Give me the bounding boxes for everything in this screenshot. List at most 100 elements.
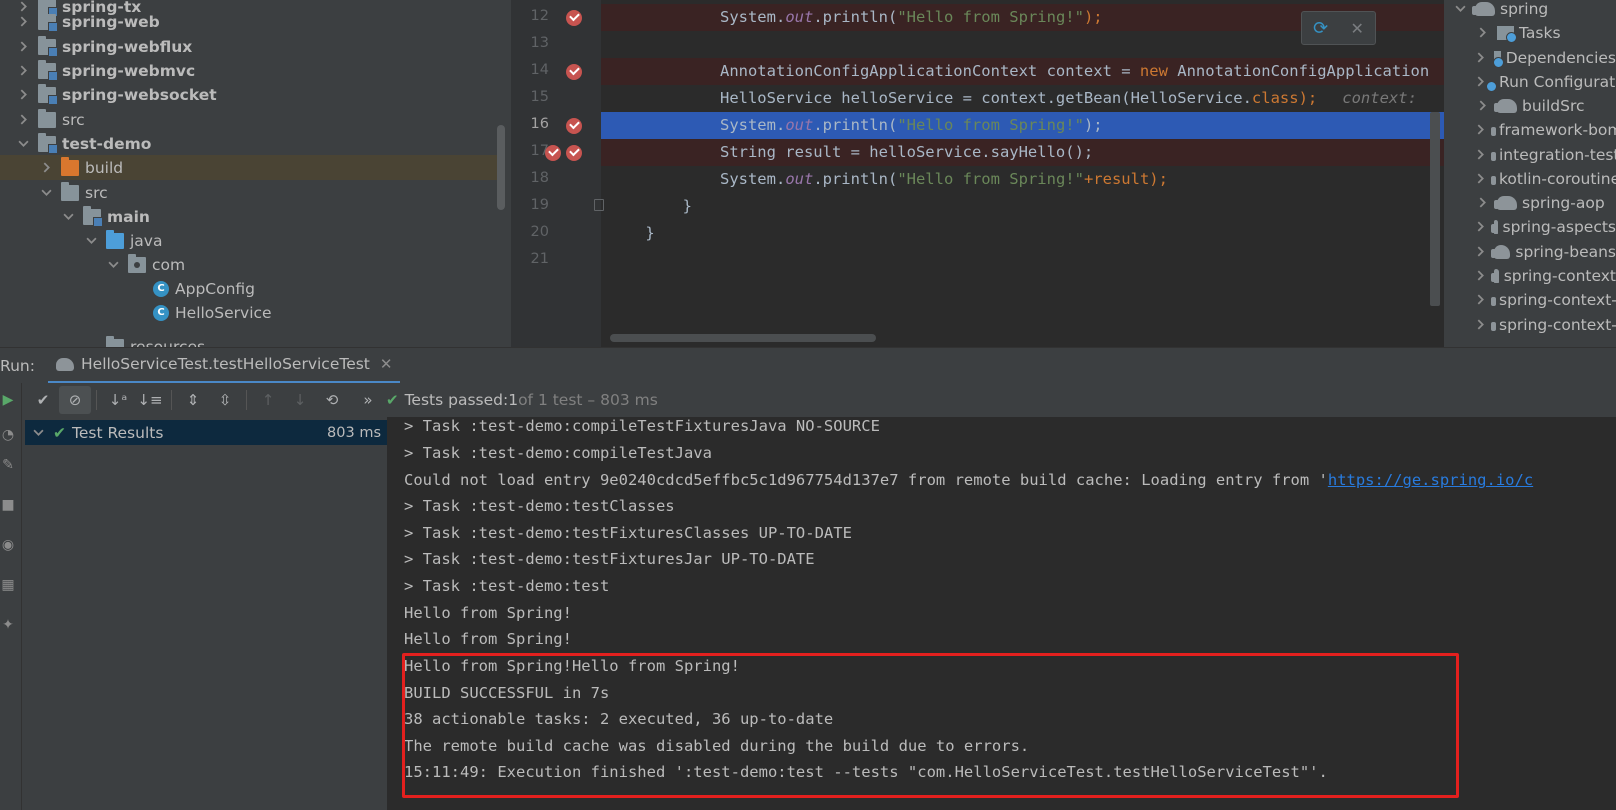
code-line[interactable]: }	[601, 193, 1444, 220]
chevron-down-icon[interactable]	[16, 137, 30, 151]
next-failed-icon[interactable]: ↓	[284, 386, 316, 414]
chevron-down-icon[interactable]	[84, 234, 98, 248]
code-line[interactable]: }	[601, 220, 1444, 247]
gutter-line[interactable]: 20	[511, 220, 601, 247]
close-icon[interactable]: ✕	[380, 355, 393, 373]
layout-icon[interactable]: ▦	[0, 577, 16, 593]
tree-item-com[interactable]: com	[0, 252, 500, 277]
editor-vertical-scrollbar[interactable]	[1430, 112, 1440, 306]
gutter-line[interactable]: 17	[511, 139, 601, 166]
chevron-down-icon[interactable]	[1453, 2, 1467, 16]
chevron-down-icon[interactable]	[106, 258, 120, 272]
gradle-item-buildsrc[interactable]: buildSrc	[1444, 93, 1616, 118]
gradle-item-spring-context[interactable]: spring-context	[1444, 263, 1616, 288]
breakpoint-icon[interactable]	[566, 64, 582, 80]
import-tests-icon[interactable]: ⟲	[316, 386, 348, 414]
code-line[interactable]: System.out.println("Hello from Spring!"+…	[601, 166, 1444, 193]
chevron-right-icon[interactable]	[16, 113, 30, 127]
chevron-right-icon[interactable]	[1475, 269, 1486, 283]
test-results-root[interactable]: ✔ Test Results 803 ms	[25, 420, 387, 445]
chevron-right-icon[interactable]	[1475, 148, 1486, 162]
chevron-right-icon[interactable]	[1475, 26, 1489, 40]
gradle-item-dependencies[interactable]: Dependencies	[1444, 45, 1616, 70]
chevron-right-icon[interactable]	[1475, 51, 1486, 65]
more-icon[interactable]: »	[358, 386, 378, 414]
gutter-line[interactable]: 19	[511, 193, 604, 220]
project-tree-scrollbar[interactable]	[497, 125, 505, 210]
gradle-item-kotlin-coroutines[interactable]: kotlin-coroutines	[1444, 166, 1616, 191]
wrench-icon[interactable]: ✎	[0, 457, 16, 473]
chevron-right-icon[interactable]	[1475, 220, 1486, 234]
code-editor[interactable]: 12 13 14 15 16 17 18 19 20 21 System.out…	[511, 0, 1444, 347]
gutter-line[interactable]: 13	[511, 31, 601, 58]
previous-failed-icon[interactable]: ↑	[252, 386, 284, 414]
gradle-item-spring-aspects[interactable]: spring-aspects	[1444, 214, 1616, 239]
tree-item-resources[interactable]: resources	[0, 334, 500, 347]
tree-item-spring-websocket[interactable]: spring-websocket	[0, 82, 500, 107]
gutter-line[interactable]: 16	[511, 112, 601, 139]
gradle-root-spring[interactable]: spring	[1444, 0, 1616, 21]
chevron-down-icon[interactable]	[61, 210, 75, 224]
gradle-item-framework-bom[interactable]: framework-bom	[1444, 117, 1616, 142]
tree-item-spring-webflux[interactable]: spring-webflux	[0, 34, 500, 59]
console-link[interactable]: https://ge.spring.io/c	[1328, 471, 1533, 489]
gutter-line[interactable]: 14	[511, 58, 601, 85]
chevron-right-icon[interactable]	[1475, 318, 1486, 332]
show-ignored-icon[interactable]: ⊘	[59, 386, 91, 414]
breakpoint-icon[interactable]	[566, 10, 582, 26]
breakpoint-icon[interactable]	[545, 145, 561, 161]
tree-item-main[interactable]: main	[0, 204, 500, 229]
code-line[interactable]: AnnotationConfigApplicationContext conte…	[601, 58, 1444, 85]
tree-item-src[interactable]: src	[0, 107, 500, 132]
tree-item-appconfig[interactable]: C AppConfig	[0, 276, 500, 301]
tree-item-test-demo[interactable]: test-demo	[0, 131, 500, 156]
breakpoint-icon[interactable]	[566, 118, 582, 134]
chevron-down-icon[interactable]	[31, 426, 45, 440]
view-icon[interactable]: ◉	[0, 537, 16, 553]
editor-gutter[interactable]: 12 13 14 15 16 17 18 19 20 21	[511, 0, 604, 347]
sort-alphabetically-icon[interactable]: ↓ᵃ	[102, 386, 134, 414]
gradle-item-spring-beans[interactable]: spring-beans	[1444, 239, 1616, 264]
gradle-item-spring-context-support[interactable]: spring-context-support	[1444, 312, 1616, 337]
chevron-right-icon[interactable]	[1475, 245, 1486, 259]
gutter-line[interactable]: 21	[511, 247, 601, 274]
gradle-item-integration-tests[interactable]: integration-tests	[1444, 142, 1616, 167]
chevron-right-icon[interactable]	[16, 64, 30, 78]
close-icon[interactable]: ✕	[1350, 19, 1363, 38]
execution-point-line[interactable]: System.out.println("Hello from Spring!")…	[601, 112, 1444, 139]
expand-all-icon[interactable]: ⇕	[177, 386, 209, 414]
rerun-icon[interactable]: ▶	[0, 392, 16, 408]
tree-item-spring-web[interactable]: spring-web	[0, 9, 500, 34]
pin-icon[interactable]: ✦	[0, 617, 16, 633]
show-passed-icon[interactable]: ✔	[27, 386, 59, 414]
chevron-right-icon[interactable]	[16, 40, 30, 54]
reload-icon[interactable]: ⟳	[1313, 18, 1328, 39]
gutter-line[interactable]: 15	[511, 85, 601, 112]
tree-item-spring-webmvc[interactable]: spring-webmvc	[0, 58, 500, 83]
tree-item-src[interactable]: src	[0, 180, 500, 205]
chevron-right-icon[interactable]	[39, 161, 53, 175]
code-line[interactable]: HelloService helloService = context.getB…	[601, 85, 1444, 112]
gradle-item-run-configurations[interactable]: Run Configurations	[1444, 69, 1616, 94]
chevron-right-icon[interactable]	[1475, 123, 1486, 137]
chevron-right-icon[interactable]	[1475, 75, 1486, 89]
stop-icon[interactable]: ■	[0, 497, 16, 513]
gutter-line[interactable]: 18	[511, 166, 601, 193]
tree-item-java[interactable]: java	[0, 228, 500, 253]
tree-item-helloservice[interactable]: C HelloService	[0, 300, 500, 325]
sort-by-duration-icon[interactable]: ↓≡	[134, 386, 166, 414]
debug-icon[interactable]: ◔	[0, 427, 16, 443]
breakpoint-icon[interactable]	[566, 145, 582, 161]
code-line[interactable]: String result = helloService.sayHello();	[601, 139, 1444, 166]
chevron-right-icon[interactable]	[16, 15, 30, 29]
chevron-right-icon[interactable]	[1475, 293, 1486, 307]
chevron-right-icon[interactable]	[16, 88, 30, 102]
gradle-item-tasks[interactable]: Tasks	[1444, 20, 1616, 45]
chevron-right-icon[interactable]	[1475, 196, 1489, 210]
chevron-down-icon[interactable]	[39, 186, 53, 200]
gradle-item-spring-context-indexer[interactable]: spring-context-indexer	[1444, 287, 1616, 312]
run-tab[interactable]: HelloServiceTest.testHelloServiceTest ✕	[48, 347, 401, 384]
tree-item-build[interactable]: build	[0, 155, 500, 180]
editor-horizontal-scrollbar[interactable]	[610, 334, 876, 342]
collapse-all-icon[interactable]: ⇳	[209, 386, 241, 414]
